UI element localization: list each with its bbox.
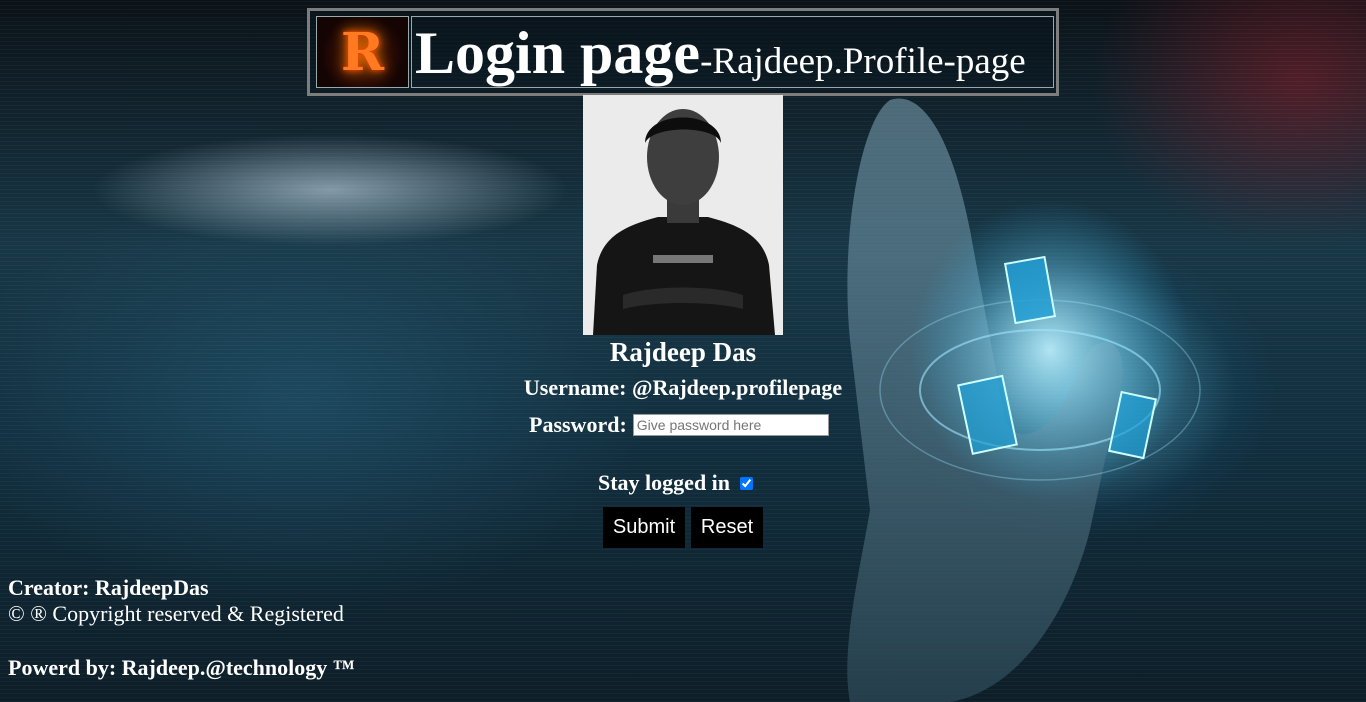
stay-logged-in-checkbox[interactable] — [740, 476, 754, 490]
password-label: Password: — [529, 412, 627, 437]
footer-powered-by: Powerd by: Rajdeep.@technology ™ — [8, 655, 355, 680]
logo-letter: R — [340, 21, 385, 83]
profile-username: Username: @Rajdeep.profilepage — [523, 375, 843, 400]
header-banner: R Login page-Rajdeep.Profile-page — [307, 8, 1059, 96]
stay-logged-in-label: Stay logged in — [598, 470, 731, 495]
profile-photo — [583, 95, 783, 335]
brand-logo: R — [316, 16, 409, 88]
footer-copyright: © ® Copyright reserved & Registered — [8, 601, 344, 626]
page-title-sub: -Rajdeep.Profile-page — [700, 41, 1026, 82]
person-portrait-image — [583, 95, 783, 335]
password-input[interactable] — [632, 414, 829, 436]
submit-button[interactable]: Submit — [603, 507, 685, 548]
page-title-main: Login page — [415, 20, 701, 86]
profile-name: Rajdeep Das — [609, 337, 757, 367]
stay-logged-in-row: Stay logged in — [598, 470, 754, 496]
page-title: Login page-Rajdeep.Profile-page — [411, 16, 1054, 88]
reset-button[interactable]: Reset — [691, 507, 763, 548]
password-row: Password: — [529, 412, 829, 438]
footer-creator: Creator: RajdeepDas — [8, 575, 209, 600]
